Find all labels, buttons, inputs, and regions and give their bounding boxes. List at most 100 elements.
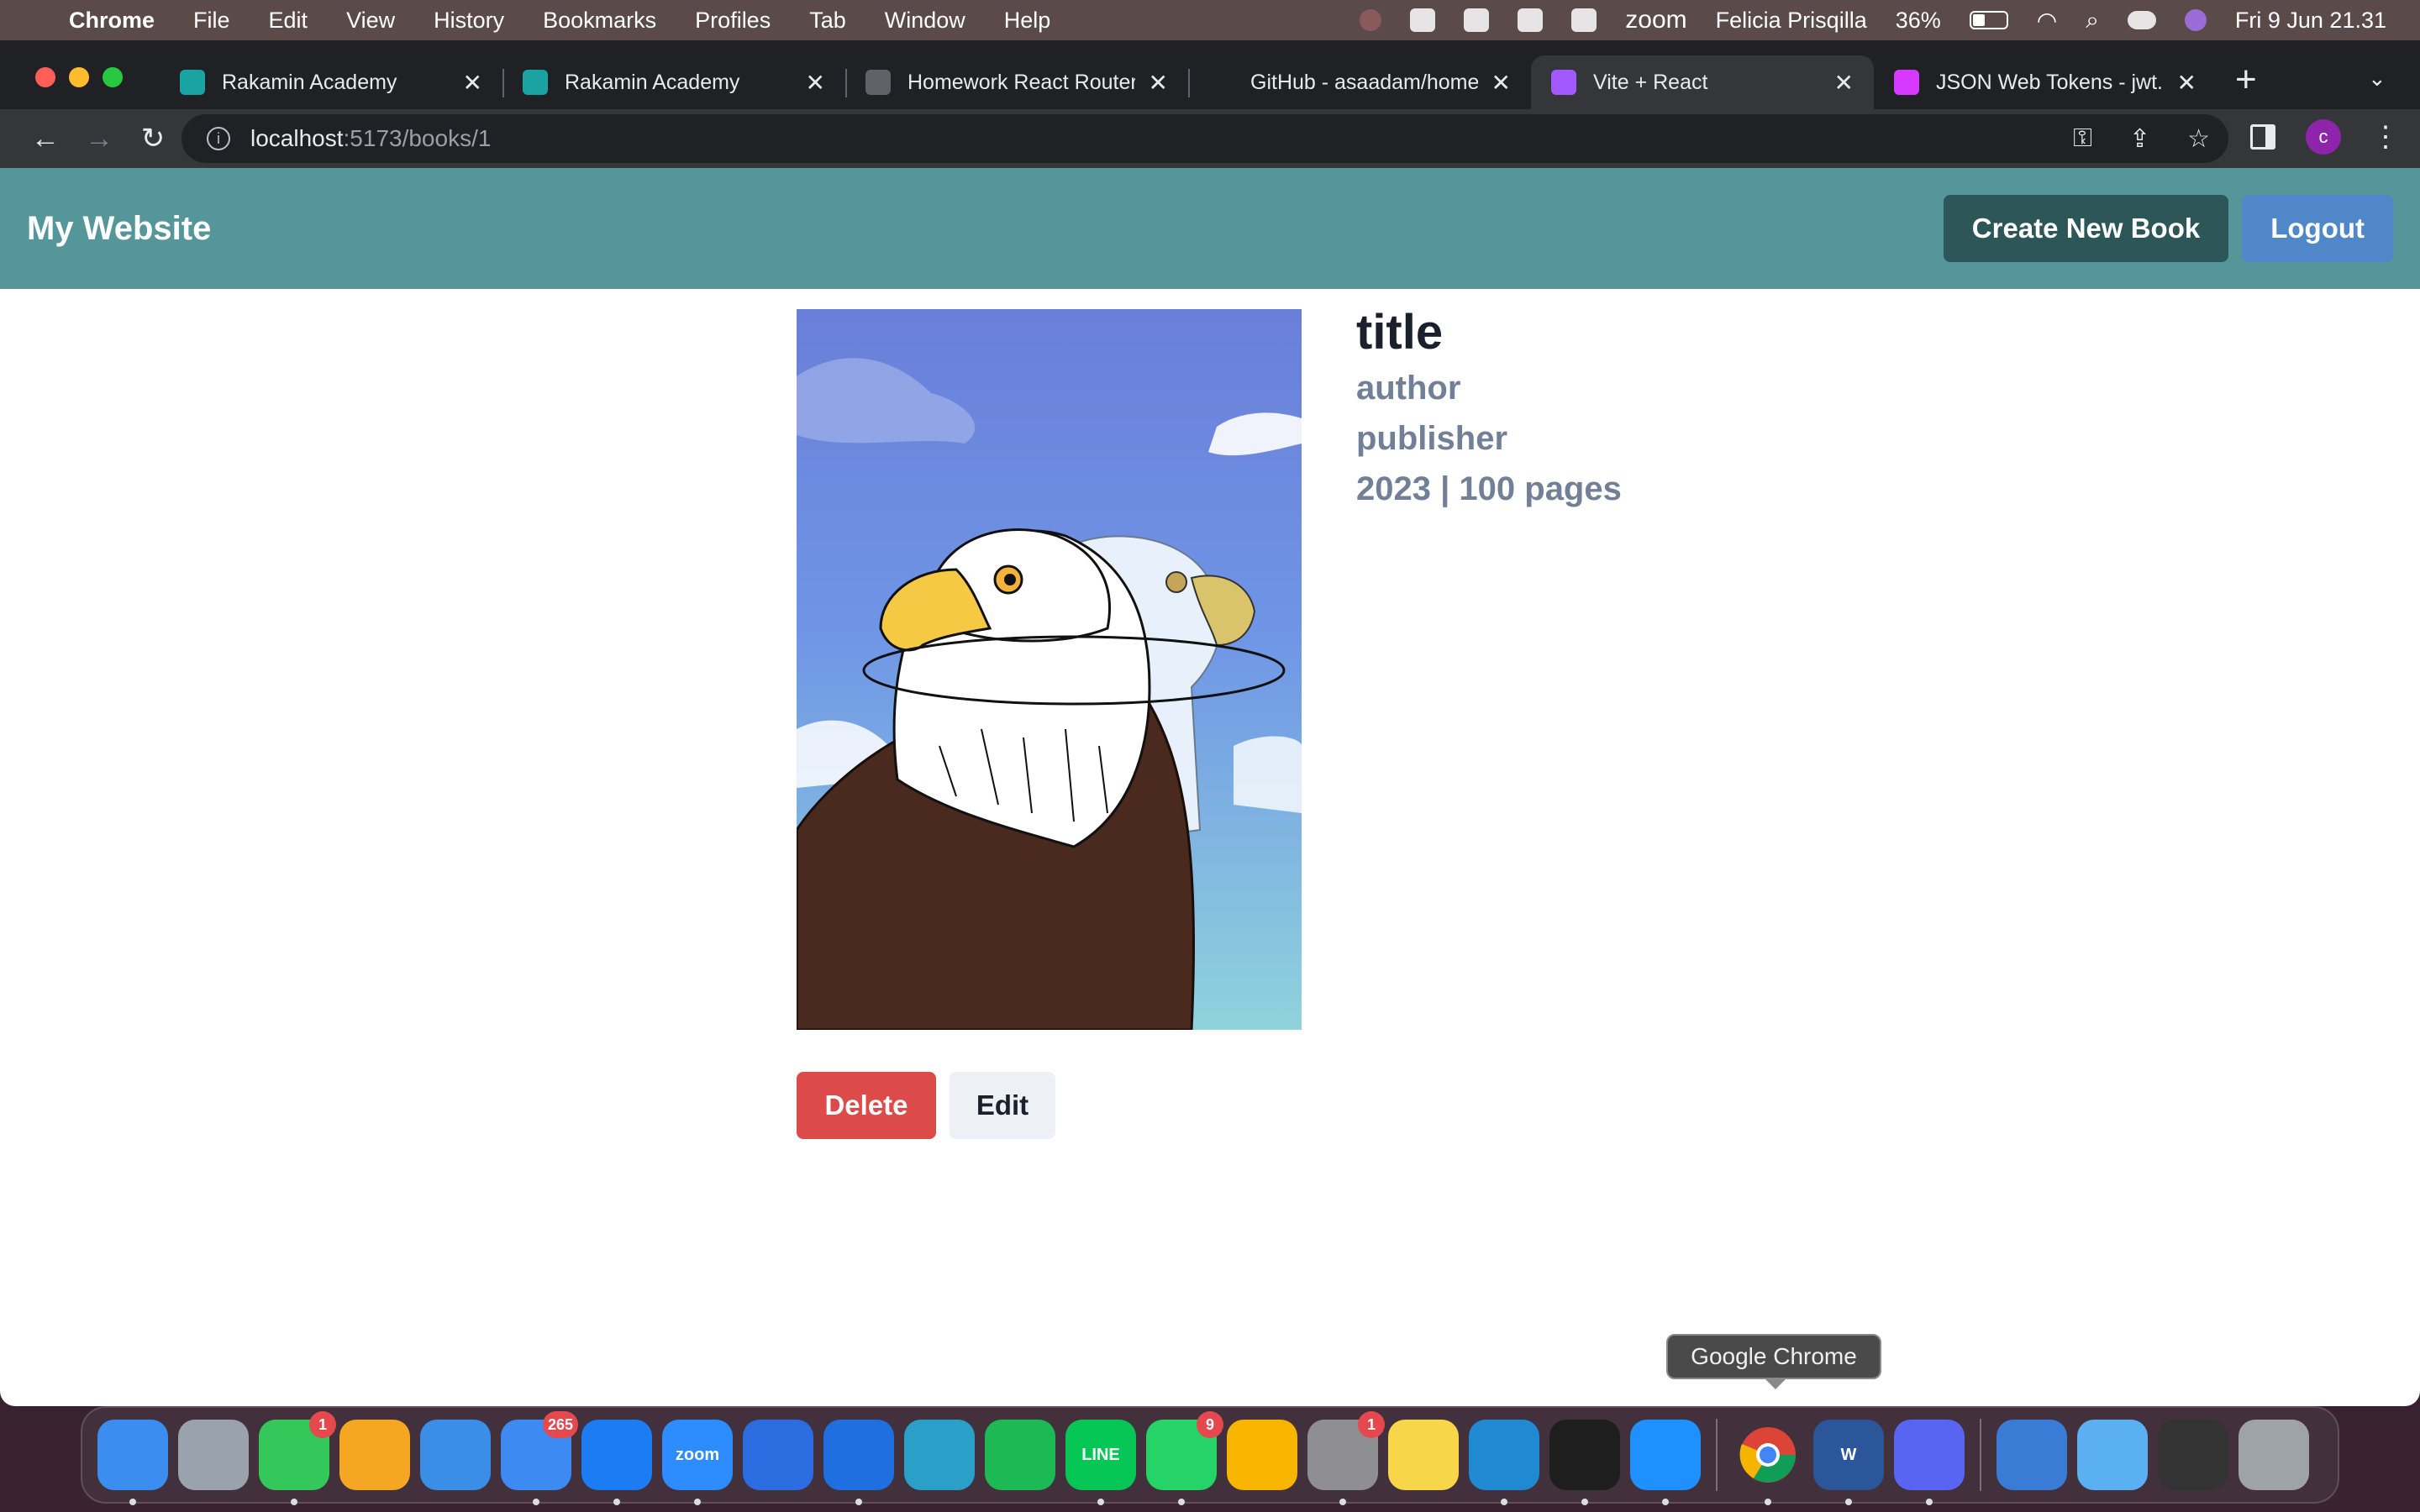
site-brand[interactable]: My Website — [27, 210, 211, 248]
menu-view[interactable]: View — [346, 8, 395, 34]
url-host: localhost — [250, 125, 344, 151]
menu-tab[interactable]: Tab — [809, 8, 846, 34]
mindnode-icon[interactable] — [904, 1420, 975, 1490]
battery-indicator[interactable]: 36% — [1896, 8, 2008, 34]
keynote-icon[interactable] — [420, 1420, 491, 1490]
zoom-menu-label[interactable]: zoom — [1625, 6, 1686, 34]
eagle-cover-illustration — [797, 309, 1302, 1030]
chrome-menu-icon[interactable]: ⋮ — [2371, 120, 2400, 154]
downloads-icon[interactable] — [2077, 1420, 2148, 1490]
wifi-icon[interactable]: ◠ — [2037, 7, 2057, 34]
running-indicator — [1097, 1499, 1104, 1505]
close-tab-icon[interactable]: ✕ — [463, 69, 482, 97]
logout-button[interactable]: Logout — [2242, 195, 2393, 262]
notes-icon[interactable] — [1388, 1420, 1459, 1490]
word-label: W — [1840, 1445, 1857, 1464]
menu-bookmarks[interactable]: Bookmarks — [543, 8, 656, 34]
menu-help[interactable]: Help — [1004, 8, 1051, 34]
line-icon[interactable]: LINE — [1065, 1420, 1136, 1505]
figma-icon[interactable] — [1549, 1420, 1620, 1505]
whatsapp-icon[interactable]: 9 — [1146, 1411, 1223, 1505]
minimize-window-button[interactable] — [69, 67, 89, 87]
notification-status-icon[interactable] — [1410, 8, 1436, 32]
menu-window[interactable]: Window — [885, 8, 965, 34]
app-store-icon[interactable] — [581, 1420, 652, 1505]
browser-tab[interactable]: JSON Web Tokens - jwt.io ✕ — [1874, 55, 2217, 109]
forward-button[interactable]: → — [74, 123, 124, 155]
browser-tab[interactable]: Rakamin Academy ✕ — [502, 55, 845, 109]
vscode-icon[interactable] — [1469, 1420, 1539, 1505]
book-title: title — [1356, 305, 1444, 360]
edit-button[interactable]: Edit — [950, 1072, 1055, 1139]
search-icon[interactable]: ⌕ — [2086, 7, 2099, 34]
close-tab-icon[interactable]: ✕ — [1491, 69, 1511, 97]
menu-profiles[interactable]: Profiles — [695, 8, 771, 34]
zoom-icon[interactable]: zoom — [662, 1420, 733, 1505]
running-indicator — [291, 1499, 297, 1505]
figma-menu-icon[interactable] — [1571, 8, 1597, 32]
screenshot-icon[interactable] — [2158, 1420, 2228, 1490]
xcode-icon[interactable] — [823, 1420, 894, 1505]
delete-button[interactable]: Delete — [797, 1072, 936, 1139]
close-tab-icon[interactable]: ✕ — [1149, 69, 1168, 97]
running-indicator — [1845, 1499, 1852, 1505]
messages-icon[interactable]: 1 — [259, 1411, 336, 1505]
close-tab-icon[interactable]: ✕ — [2177, 69, 2196, 97]
maximize-window-button[interactable] — [103, 67, 123, 87]
evernote-icon[interactable] — [1518, 8, 1544, 32]
discord-icon[interactable] — [1894, 1420, 1965, 1505]
side-panel-icon[interactable] — [2250, 124, 2275, 150]
menu-app-name[interactable]: Chrome — [69, 8, 155, 34]
browser-tab[interactable]: Vite + React ✕ — [1531, 55, 1874, 109]
safari-icon[interactable] — [1630, 1420, 1701, 1505]
menu-edit[interactable]: Edit — [269, 8, 308, 34]
browser-tab[interactable]: GitHub - asaadam/homework ✕ — [1188, 55, 1531, 109]
browser-tab[interactable]: Homework React Router ✕ — [845, 55, 1188, 109]
rakamin-icon — [180, 70, 205, 95]
network-icon[interactable] — [1996, 1420, 2067, 1490]
mail-icon[interactable]: 265 — [501, 1411, 578, 1505]
photos-icon[interactable] — [339, 1420, 410, 1490]
finder-icon[interactable] — [97, 1420, 168, 1505]
profile-avatar[interactable]: c — [2306, 119, 2341, 155]
reload-button[interactable]: ↻ — [128, 122, 178, 155]
dock-separator — [1980, 1419, 1981, 1491]
word-icon[interactable]: W — [1813, 1420, 1884, 1505]
user-name[interactable]: Felicia Prisqilla — [1716, 8, 1867, 34]
browser-toolbar: ← → ↻ i localhost:5173/books/1 ⚿ ⇪ ☆ c ⋮ — [0, 109, 2420, 168]
launchpad-icon[interactable] — [178, 1420, 249, 1490]
trash-icon[interactable] — [2238, 1420, 2309, 1490]
menu-file[interactable]: File — [193, 8, 230, 34]
back-button[interactable]: ← — [20, 123, 71, 155]
dropbox-icon[interactable] — [1464, 8, 1490, 32]
recording-icon[interactable] — [1360, 9, 1382, 31]
line-label: LINE — [1081, 1445, 1120, 1464]
site-info-icon[interactable]: i — [207, 127, 230, 150]
system-settings-icon[interactable]: 1 — [1307, 1411, 1385, 1505]
menu-history[interactable]: History — [434, 8, 504, 34]
control-center-icon[interactable] — [2127, 11, 2156, 29]
tab-search-chevron-icon[interactable]: ⌄ — [2368, 66, 2386, 92]
address-bar[interactable]: i localhost:5173/books/1 ⚿ ⇪ ☆ — [182, 114, 2228, 163]
spotify-icon[interactable] — [985, 1420, 1055, 1490]
sketch-icon[interactable] — [1227, 1420, 1297, 1490]
close-tab-icon[interactable]: ✕ — [806, 69, 825, 97]
chrome-icon[interactable] — [1733, 1420, 1803, 1505]
share-icon[interactable]: ⇪ — [2129, 124, 2150, 154]
new-tab-button[interactable]: + — [2235, 59, 2257, 101]
tab-strip: Rakamin Academy ✕ Rakamin Academy ✕ Homework… — [0, 40, 2420, 168]
dock-tooltip: Google Chrome — [1666, 1334, 1881, 1389]
browser-tab[interactable]: Rakamin Academy ✕ — [160, 55, 502, 109]
siri-icon[interactable] — [2184, 9, 2207, 31]
bookmark-star-icon[interactable]: ☆ — [2187, 124, 2210, 154]
running-indicator — [1501, 1499, 1507, 1505]
password-key-icon[interactable]: ⚿ — [2073, 124, 2092, 153]
xcode-simulator-icon[interactable] — [743, 1420, 813, 1490]
create-new-book-button[interactable]: Create New Book — [1943, 195, 2229, 262]
close-tab-icon[interactable]: ✕ — [1834, 69, 1854, 97]
vite-icon — [1551, 70, 1576, 95]
clock[interactable]: Fri 9 Jun 21.31 — [2235, 8, 2386, 34]
book-cover-image — [797, 309, 1302, 1030]
close-window-button[interactable] — [35, 67, 55, 87]
book-publisher: publisher — [1356, 420, 1508, 457]
